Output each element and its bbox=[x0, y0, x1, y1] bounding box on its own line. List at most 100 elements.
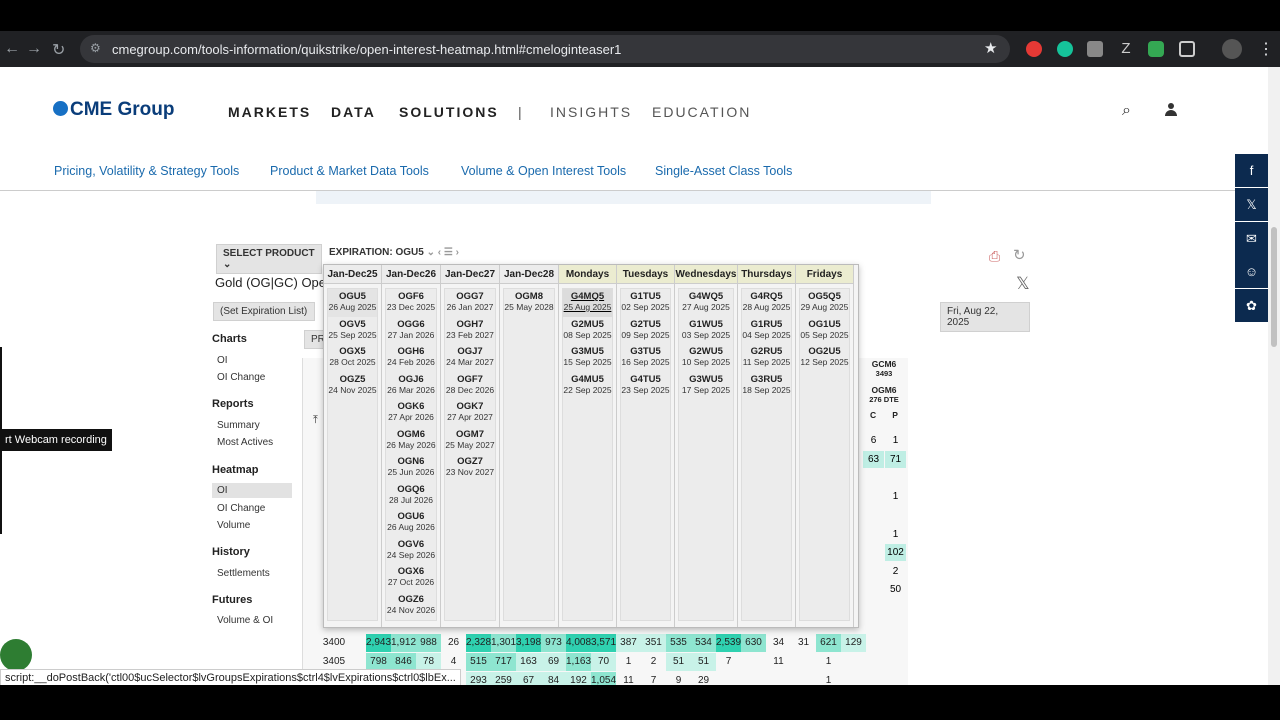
sidebar-item-heatmap-oi-change[interactable]: OI Change bbox=[217, 503, 265, 514]
x-logo-icon[interactable]: 𝕏 bbox=[1016, 274, 1030, 294]
sidebar-item-charts-oi-change[interactable]: OI Change bbox=[217, 372, 265, 383]
expiry-column-header[interactable]: Mondays bbox=[559, 265, 616, 284]
pr-button[interactable]: PR bbox=[304, 330, 325, 349]
scrollbar-thumb[interactable] bbox=[1271, 227, 1277, 347]
cme-logo[interactable]: CME Group bbox=[53, 99, 175, 121]
expiry-column-header[interactable]: Jan-Dec25 bbox=[324, 265, 381, 284]
expiry-column-header[interactable]: Jan-Dec28 bbox=[500, 265, 558, 284]
chatgpt-share-icon[interactable]: ✿ bbox=[1235, 289, 1268, 322]
expiry-option[interactable]: OGZ6 24 Nov 2026 bbox=[386, 592, 436, 620]
browser-menu-icon[interactable]: ⋮ bbox=[1258, 39, 1274, 59]
profile-avatar[interactable] bbox=[1222, 39, 1242, 59]
select-product-button[interactable]: SELECT PRODUCT ⌄ bbox=[216, 244, 322, 274]
expiry-option[interactable]: OGX5 28 Oct 2025 bbox=[328, 344, 377, 372]
expiry-option[interactable]: G4TU5 23 Sep 2025 bbox=[621, 372, 670, 400]
address-bar[interactable]: ⚙ cmegroup.com/tools-information/quikstr… bbox=[80, 35, 1010, 63]
snapchat-share-icon[interactable]: ☺ bbox=[1235, 255, 1268, 288]
expiry-option[interactable]: G4MQ5 25 Aug 2025 bbox=[563, 289, 612, 317]
expiry-option[interactable]: OGH7 23 Feb 2027 bbox=[445, 317, 495, 345]
pokeball-extension-icon[interactable] bbox=[1026, 41, 1042, 57]
export-icon[interactable]: ⎙ bbox=[989, 248, 1000, 265]
expiry-option[interactable]: G1TU5 02 Sep 2025 bbox=[621, 289, 670, 317]
grid-pin-icon[interactable]: ⤒ bbox=[313, 414, 318, 427]
expiry-option[interactable]: OGX6 27 Oct 2026 bbox=[386, 564, 436, 592]
sidebar-item-futures-volume-oi[interactable]: Volume & OI bbox=[217, 615, 273, 626]
date-dropdown[interactable]: Fri, Aug 22, 2025 bbox=[940, 302, 1030, 332]
green-extension-icon[interactable] bbox=[1148, 41, 1164, 57]
sidebar-item-summary[interactable]: Summary bbox=[217, 420, 260, 431]
expiry-option[interactable]: G1WU5 03 Sep 2025 bbox=[679, 317, 733, 345]
expiry-column-header[interactable]: Wednesdays bbox=[675, 265, 737, 284]
z-extension-icon[interactable]: Z bbox=[1118, 41, 1134, 57]
nav-solutions[interactable]: SOLUTIONS bbox=[399, 104, 499, 120]
expiry-option[interactable]: OGN6 25 Jun 2026 bbox=[386, 454, 436, 482]
page-scrollbar[interactable] bbox=[1268, 67, 1280, 685]
expiry-option[interactable]: G3RU5 18 Sep 2025 bbox=[742, 372, 791, 400]
expiry-option[interactable]: OGV5 25 Sep 2025 bbox=[328, 317, 377, 345]
expiry-option[interactable]: G1RU5 04 Sep 2025 bbox=[742, 317, 791, 345]
forward-icon[interactable]: → bbox=[26, 40, 42, 58]
expiry-option[interactable]: G2MU5 08 Sep 2025 bbox=[563, 317, 612, 345]
expiry-option[interactable]: OGF7 28 Dec 2026 bbox=[445, 372, 495, 400]
expiry-option[interactable]: OGV6 24 Sep 2026 bbox=[386, 537, 436, 565]
messenger-share-icon[interactable]: ✉ bbox=[1235, 222, 1268, 255]
expiry-option[interactable]: OGM6 26 May 2026 bbox=[386, 427, 436, 455]
expiry-option[interactable]: OGU5 26 Aug 2025 bbox=[328, 289, 377, 317]
expiry-option[interactable]: G3TU5 16 Sep 2025 bbox=[621, 344, 670, 372]
expiry-option[interactable]: G4MU5 22 Sep 2025 bbox=[563, 372, 612, 400]
user-icon[interactable] bbox=[1164, 103, 1178, 117]
back-icon[interactable]: ← bbox=[4, 40, 20, 58]
facebook-share-icon[interactable]: f bbox=[1235, 154, 1268, 187]
expiry-option[interactable]: OGZ5 24 Nov 2025 bbox=[328, 372, 377, 400]
extensions-puzzle-icon[interactable] bbox=[1179, 41, 1195, 57]
expiry-option[interactable]: OGQ6 28 Jul 2026 bbox=[386, 482, 436, 510]
expiry-column-header[interactable]: Jan-Dec26 bbox=[382, 265, 440, 284]
subnav-pricing[interactable]: Pricing, Volatility & Strategy Tools bbox=[54, 164, 239, 178]
expiry-option[interactable]: OGM8 25 May 2028 bbox=[504, 289, 554, 317]
nav-insights[interactable]: INSIGHTS bbox=[550, 104, 632, 120]
sidebar-item-heatmap-volume[interactable]: Volume bbox=[217, 520, 250, 531]
expiry-option[interactable]: G4WQ5 27 Aug 2025 bbox=[679, 289, 733, 317]
x-share-icon[interactable]: 𝕏 bbox=[1235, 188, 1268, 221]
webcam-bubble-icon[interactable] bbox=[0, 639, 32, 671]
expiry-option[interactable]: OGG7 26 Jan 2027 bbox=[445, 289, 495, 317]
expiry-option[interactable]: G3MU5 15 Sep 2025 bbox=[563, 344, 612, 372]
set-expiration-list-dropdown[interactable]: (Set Expiration List) bbox=[213, 302, 315, 321]
site-info-icon[interactable]: ⚙ bbox=[90, 41, 101, 55]
expiry-option[interactable]: OGU6 26 Aug 2026 bbox=[386, 509, 436, 537]
subnav-volume-oi[interactable]: Volume & Open Interest Tools bbox=[461, 164, 626, 178]
sidebar-item-most-actives[interactable]: Most Actives bbox=[217, 437, 273, 448]
expiry-option[interactable]: G2TU5 09 Sep 2025 bbox=[621, 317, 670, 345]
expiry-option[interactable]: OGZ7 23 Nov 2027 bbox=[445, 454, 495, 482]
search-icon[interactable]: ⌕ bbox=[1122, 102, 1131, 120]
expiry-option[interactable]: G3WU5 17 Sep 2025 bbox=[679, 372, 733, 400]
expiry-option[interactable]: OGJ7 24 Mar 2027 bbox=[445, 344, 495, 372]
expiry-option[interactable]: OG2U5 12 Sep 2025 bbox=[800, 344, 849, 372]
nav-data[interactable]: DATA bbox=[331, 104, 376, 120]
expiry-column-header[interactable]: Jan-Dec27 bbox=[441, 265, 499, 284]
expiry-option[interactable]: OGK6 27 Apr 2026 bbox=[386, 399, 436, 427]
expiry-option[interactable]: OGG6 27 Jan 2026 bbox=[386, 317, 436, 345]
expiry-column-header[interactable]: Thursdays bbox=[738, 265, 795, 284]
nav-education[interactable]: EDUCATION bbox=[652, 104, 751, 120]
expiry-option[interactable]: OG5Q5 29 Aug 2025 bbox=[800, 289, 849, 317]
expiration-selector[interactable]: EXPIRATION: OGU5 ⌄ ‹ ☰ › bbox=[329, 247, 459, 258]
expiry-option[interactable]: G4RQ5 28 Aug 2025 bbox=[742, 289, 791, 317]
expiry-column-header[interactable]: Tuesdays bbox=[617, 265, 674, 284]
expiry-option[interactable]: OGM7 25 May 2027 bbox=[445, 427, 495, 455]
reload-icon[interactable]: ↻ bbox=[52, 40, 65, 60]
expiry-option[interactable]: OGJ6 26 Mar 2026 bbox=[386, 372, 436, 400]
expiry-option[interactable]: G2WU5 10 Sep 2025 bbox=[679, 344, 733, 372]
refresh-icon[interactable]: ↻ bbox=[1013, 246, 1026, 264]
sidebar-item-heatmap-oi[interactable]: OI bbox=[217, 485, 228, 496]
expiry-option[interactable]: OGF6 23 Dec 2025 bbox=[386, 289, 436, 317]
expiry-column-header[interactable]: Fridays bbox=[796, 265, 853, 284]
expiry-option[interactable]: OGH6 24 Feb 2026 bbox=[386, 344, 436, 372]
expiry-option[interactable]: OG1U5 05 Sep 2025 bbox=[800, 317, 849, 345]
nav-markets[interactable]: MARKETS bbox=[228, 104, 311, 120]
grammarly-extension-icon[interactable] bbox=[1057, 41, 1073, 57]
subnav-single-asset[interactable]: Single-Asset Class Tools bbox=[655, 164, 792, 178]
subnav-product-market[interactable]: Product & Market Data Tools bbox=[270, 164, 429, 178]
sidebar-item-charts-oi[interactable]: OI bbox=[217, 355, 228, 366]
extension-icon[interactable] bbox=[1087, 41, 1103, 57]
